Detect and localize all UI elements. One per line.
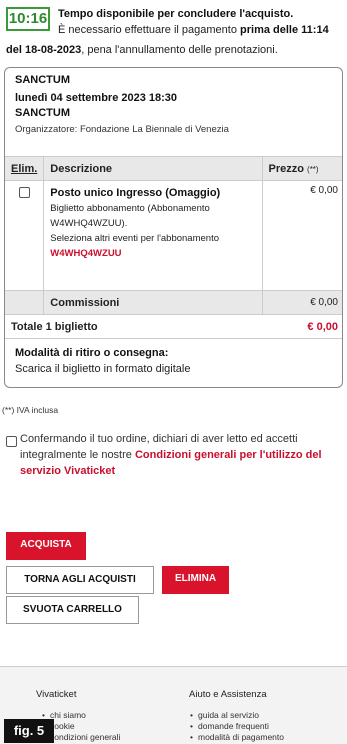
- timer-message: Tempo disponibile per concludere l'acqui…: [58, 6, 343, 38]
- delete-button[interactable]: ELIMINA: [162, 566, 229, 594]
- countdown-timer: 10:16: [6, 7, 50, 31]
- event-subtitle: SANCTUM: [15, 107, 70, 119]
- vat-note: (**) IVA inclusa: [2, 405, 59, 415]
- timer-deadline-date: del 18-08-2023: [6, 44, 82, 56]
- timer-title: Tempo disponibile per concludere l'acqui…: [58, 8, 294, 20]
- footer-col-help-list: guida al servizio domande frequenti moda…: [190, 710, 284, 743]
- price-header-note: (**): [307, 164, 319, 174]
- remove-cell: [5, 181, 44, 291]
- item-desc-line1: Biglietto abbonamento (Abbonamento: [50, 203, 210, 214]
- item-desc-line3: Seleziona altri eventi per l'abbonamento: [50, 233, 219, 244]
- cart-items-table: Elim. Descrizione Prezzo (**) Posto unic…: [5, 156, 342, 339]
- item-name: Posto unico Ingresso (Omaggio): [50, 187, 221, 199]
- total-label: Totale 1 biglietto: [5, 314, 262, 339]
- commission-label: Commissioni: [43, 290, 262, 315]
- timer-line1: È necessario effettuare il pagamento pri…: [58, 22, 343, 38]
- commission-row: Commissioni € 0,00: [5, 290, 342, 315]
- event-header: SANCTUM lunedì 04 settembre 2023 18:30 S…: [5, 68, 342, 137]
- remove-item-checkbox[interactable]: [18, 187, 30, 198]
- back-to-shopping-button[interactable]: TORNA AGLI ACQUISTI: [6, 566, 154, 594]
- delivery-value: Scarica il biglietto in formato digitale: [15, 363, 191, 375]
- buy-button[interactable]: ACQUISTA: [6, 532, 86, 560]
- cart-summary-card: SANCTUM lunedì 04 settembre 2023 18:30 S…: [4, 67, 343, 388]
- figure-label: fig. 5: [4, 719, 54, 743]
- item-price: € 0,00: [261, 180, 342, 291]
- timer-deadline-time: prima delle 11:14: [240, 24, 329, 36]
- commission-empty-cell: [5, 290, 44, 315]
- event-date: lunedì 04 settembre 2023 18:30: [15, 92, 178, 104]
- timer-line2-text: , pena l'annullamento delle prenotazioni…: [81, 44, 278, 56]
- payment-timer-notice: 10:16 Tempo disponibile per concludere l…: [0, 0, 347, 62]
- footer-col-vivaticket-title: Vivaticket: [36, 689, 77, 700]
- subscription-code-link[interactable]: W4WHQ4WZUU: [50, 246, 255, 261]
- table-row: Posto unico Ingresso (Omaggio) Biglietto…: [5, 180, 342, 291]
- empty-cart-button[interactable]: SVUOTA CARRELLO: [6, 596, 139, 624]
- event-name: SANCTUM: [15, 74, 70, 86]
- timer-line1-text: È necessario effettuare il pagamento: [58, 24, 237, 36]
- footer-link[interactable]: domande frequenti: [190, 721, 284, 732]
- commission-price: € 0,00: [261, 290, 342, 315]
- footer-col-help-title: Aiuto e Assistenza: [189, 689, 267, 700]
- total-row: Totale 1 biglietto € 0,00: [5, 314, 342, 339]
- footer-link[interactable]: guida al servizio: [190, 710, 284, 721]
- delivery-method: Modalità di ritiro o consegna: Scarica i…: [15, 345, 190, 377]
- timer-line2: del 18-08-2023, pena l'annullamento dell…: [6, 42, 346, 58]
- event-organizer: Organizzatore: Fondazione La Biennale di…: [15, 124, 229, 135]
- total-price: € 0,00: [262, 314, 342, 339]
- column-header-elim: Elim.: [5, 156, 44, 181]
- footer-link[interactable]: modalità di pagamento: [190, 732, 284, 743]
- terms-agreement: Confermando il tuo ordine, dichiari di a…: [4, 431, 344, 479]
- delivery-title: Modalità di ritiro o consegna:: [15, 347, 169, 359]
- column-header-price: Prezzo (**): [261, 156, 342, 181]
- terms-checkbox[interactable]: [6, 436, 17, 447]
- item-desc-line2: W4WHQ4WZUU).: [50, 218, 128, 229]
- column-header-description: Descrizione: [43, 156, 262, 181]
- item-description-cell: Posto unico Ingresso (Omaggio) Biglietto…: [43, 180, 262, 291]
- price-header-label: Prezzo: [268, 162, 304, 175]
